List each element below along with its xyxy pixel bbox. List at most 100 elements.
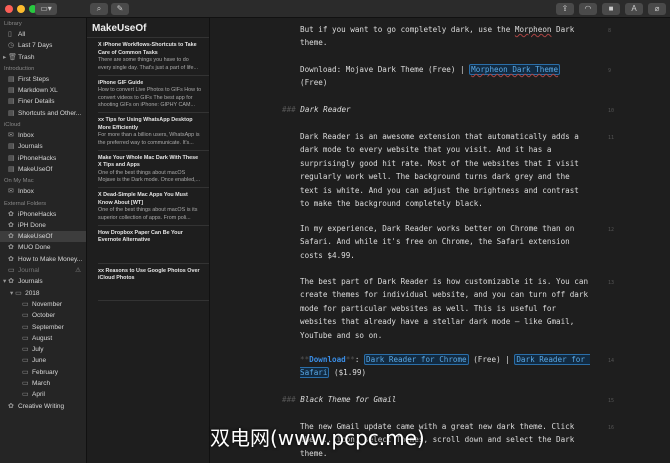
sidebar-item[interactable]: ◷ Last 7 Days: [0, 40, 86, 51]
note-list-item[interactable]: How Dropbox Paper Can Be Your Evernote A…: [98, 226, 209, 264]
paragraph-13: The best part of Dark Reader is how cust…: [300, 277, 593, 340]
note-preview: How to convert Live Photos to GIFs How t…: [98, 87, 202, 108]
sidebar-button[interactable]: ■: [602, 3, 620, 15]
sidebar-item-label: Trash: [18, 53, 35, 61]
note-title: iPhone GIF Guide: [98, 79, 144, 86]
chrome-link[interactable]: Dark Reader for Chrome: [364, 354, 469, 365]
note-list-item[interactable]: xx Reasons to Use Google Photos Over iCl…: [98, 264, 209, 301]
compose-button[interactable]: ✎: [111, 3, 129, 15]
sidebar-item-label: August: [32, 334, 53, 342]
sidebar-item[interactable]: ▤ Markdown XL: [0, 85, 86, 96]
line-number: 8: [608, 28, 612, 34]
line-number: 16: [608, 425, 615, 431]
sidebar-item-label: April: [32, 391, 46, 399]
sidebar-item[interactable]: ✉ Inbox: [0, 186, 86, 197]
item-icon: ✿: [8, 278, 14, 286]
item-icon: ▭: [8, 267, 15, 275]
section-header: Introduction: [4, 65, 35, 72]
item-icon: ✉: [8, 188, 14, 196]
section-header: On My Mac: [4, 178, 34, 185]
close-button[interactable]: [5, 5, 13, 13]
note-list-item[interactable]: X iPhone Workflows-Shortcuts to Take Car…: [98, 38, 209, 76]
note-title: X iPhone Workflows-Shortcuts to Take Car…: [98, 42, 197, 56]
sidebar-item[interactable]: ▤ Journals: [0, 141, 86, 152]
sidebar-item-label: March: [32, 380, 51, 388]
sidebar-item[interactable]: ▭ June: [0, 355, 86, 366]
sidebar-item[interactable]: ▯ All: [0, 29, 86, 40]
note-list-item[interactable]: iPhone GIF Guide How to convert Live Phot…: [98, 76, 209, 113]
sidebar-item[interactable]: ▭ September: [0, 322, 86, 333]
note-list-item[interactable]: Make Your Whole Mac Dark With These X Ti…: [98, 151, 209, 188]
line-number: 14: [608, 358, 615, 364]
note-list-item[interactable]: xx Tips for Using WhatsApp Desktop More …: [98, 113, 209, 151]
sidebar-item-label: iPH Done: [18, 221, 46, 229]
search-icon: ⌕: [96, 4, 102, 13]
sidebar-item-label: Finer Details: [18, 98, 55, 106]
sidebar-item[interactable]: ▸ 🗑Trash: [0, 52, 86, 63]
sidebar-item[interactable]: ▤ Shortcuts and Other...: [0, 108, 86, 119]
sidebar-item-label: Inbox: [18, 132, 34, 140]
sidebar-item[interactable]: ▭ October: [0, 310, 86, 321]
item-icon: ▭: [22, 391, 29, 399]
item-icon: ▭: [22, 357, 29, 365]
sidebar-item-label: September: [32, 323, 64, 331]
minimize-button[interactable]: [17, 5, 25, 13]
sidebar-item[interactable]: ✿ MUO Done: [0, 242, 86, 253]
sidebar-item[interactable]: ▤ MakeUseOf: [0, 164, 86, 175]
sidebar-item-label: Inbox: [18, 188, 34, 196]
sidebar-item-label: Journal: [18, 267, 40, 275]
item-icon: ▭: [22, 323, 29, 331]
note-preview: There are some things you have to do eve…: [98, 57, 199, 71]
sidebar-item[interactable]: ✿ Creative Writing: [0, 401, 86, 412]
item-icon: ✿: [8, 402, 14, 410]
item-icon: ◷: [8, 42, 15, 50]
sidebar-item-label: All: [18, 31, 26, 38]
sidebar: Library ▯ All ◷ Last 7 Days ▸ 🗑Trash Introduct…: [0, 18, 87, 463]
sidebar-item-label: Markdown XL: [18, 87, 58, 95]
sidebar-item-label: MakeUseOf: [18, 233, 53, 241]
sidebar-item[interactable]: ▭ November: [0, 299, 86, 310]
search-button[interactable]: ⌕: [90, 3, 108, 15]
sidebar-item[interactable]: ▭ August: [0, 333, 86, 344]
sidebar-item[interactable]: ▾ ✿ Journals: [0, 276, 86, 287]
sidebar-item[interactable]: ▭ Journal ⚠: [0, 265, 86, 276]
sidebar-item[interactable]: ▤ First Steps: [0, 74, 86, 85]
line-number: 11: [608, 135, 615, 141]
sidebar-item[interactable]: ✉ Inbox: [0, 130, 86, 141]
item-icon: ✿: [8, 210, 14, 218]
sidebar-item[interactable]: ▭ March: [0, 378, 86, 389]
font-button[interactable]: A: [625, 3, 643, 15]
section-header: External Folders: [4, 200, 47, 207]
sidebar-toggle-button[interactable]: ▭▾: [35, 3, 57, 15]
morpheon-link[interactable]: Morpheon Dark Theme: [469, 64, 561, 75]
gauge-icon: ◠: [584, 4, 592, 13]
sidebar-item[interactable]: ✿ MakeUseOf: [0, 231, 86, 243]
attach-button[interactable]: ⌀: [648, 3, 666, 15]
section-header: Library: [4, 21, 22, 27]
sidebar-item[interactable]: ✿ How to Make Money...: [0, 254, 86, 265]
sidebar-item-label: iPhoneHacks: [18, 210, 57, 218]
sidebar-item[interactable]: ▤ Finer Details: [0, 96, 86, 107]
sidebar-item-label: How to Make Money...: [18, 255, 83, 263]
sidebar-item[interactable]: ✿ iPH Done: [0, 220, 86, 231]
paragraph-9: Download: Mojave Dark Theme (Free) | Mor…: [300, 64, 565, 88]
sidebar-item-label: June: [32, 357, 47, 365]
sidebar-item-label: Creative Writing: [18, 402, 65, 410]
share-button[interactable]: ⇪: [556, 3, 574, 15]
sidebar-item[interactable]: ▾ ▭ 2018: [0, 288, 86, 299]
sidebar-item-label: 2018: [25, 289, 40, 297]
sidebar-item[interactable]: ▭ July: [0, 344, 86, 355]
sidebar-item[interactable]: ✿ iPhoneHacks: [0, 209, 86, 220]
sidebar-item-label: iPhoneHacks: [18, 154, 57, 162]
item-icon: ▭: [22, 346, 29, 354]
editor[interactable]: But if you want to go completely dark, u…: [210, 18, 670, 463]
sidebar-item[interactable]: ▭ February: [0, 367, 86, 378]
item-icon: ✿: [8, 255, 14, 263]
note-list-item[interactable]: X Dead-Simple Mac Apps You Must Know Abo…: [98, 188, 209, 226]
watermark: 双电网(www.pcpc.me): [210, 426, 425, 450]
stats-button[interactable]: ◠: [579, 3, 597, 15]
item-icon: ▭: [22, 312, 29, 320]
sidebar-item-label: Journals: [18, 143, 43, 151]
sidebar-item[interactable]: ▭ April: [0, 389, 86, 400]
sidebar-item[interactable]: ▤ iPhoneHacks: [0, 153, 86, 164]
